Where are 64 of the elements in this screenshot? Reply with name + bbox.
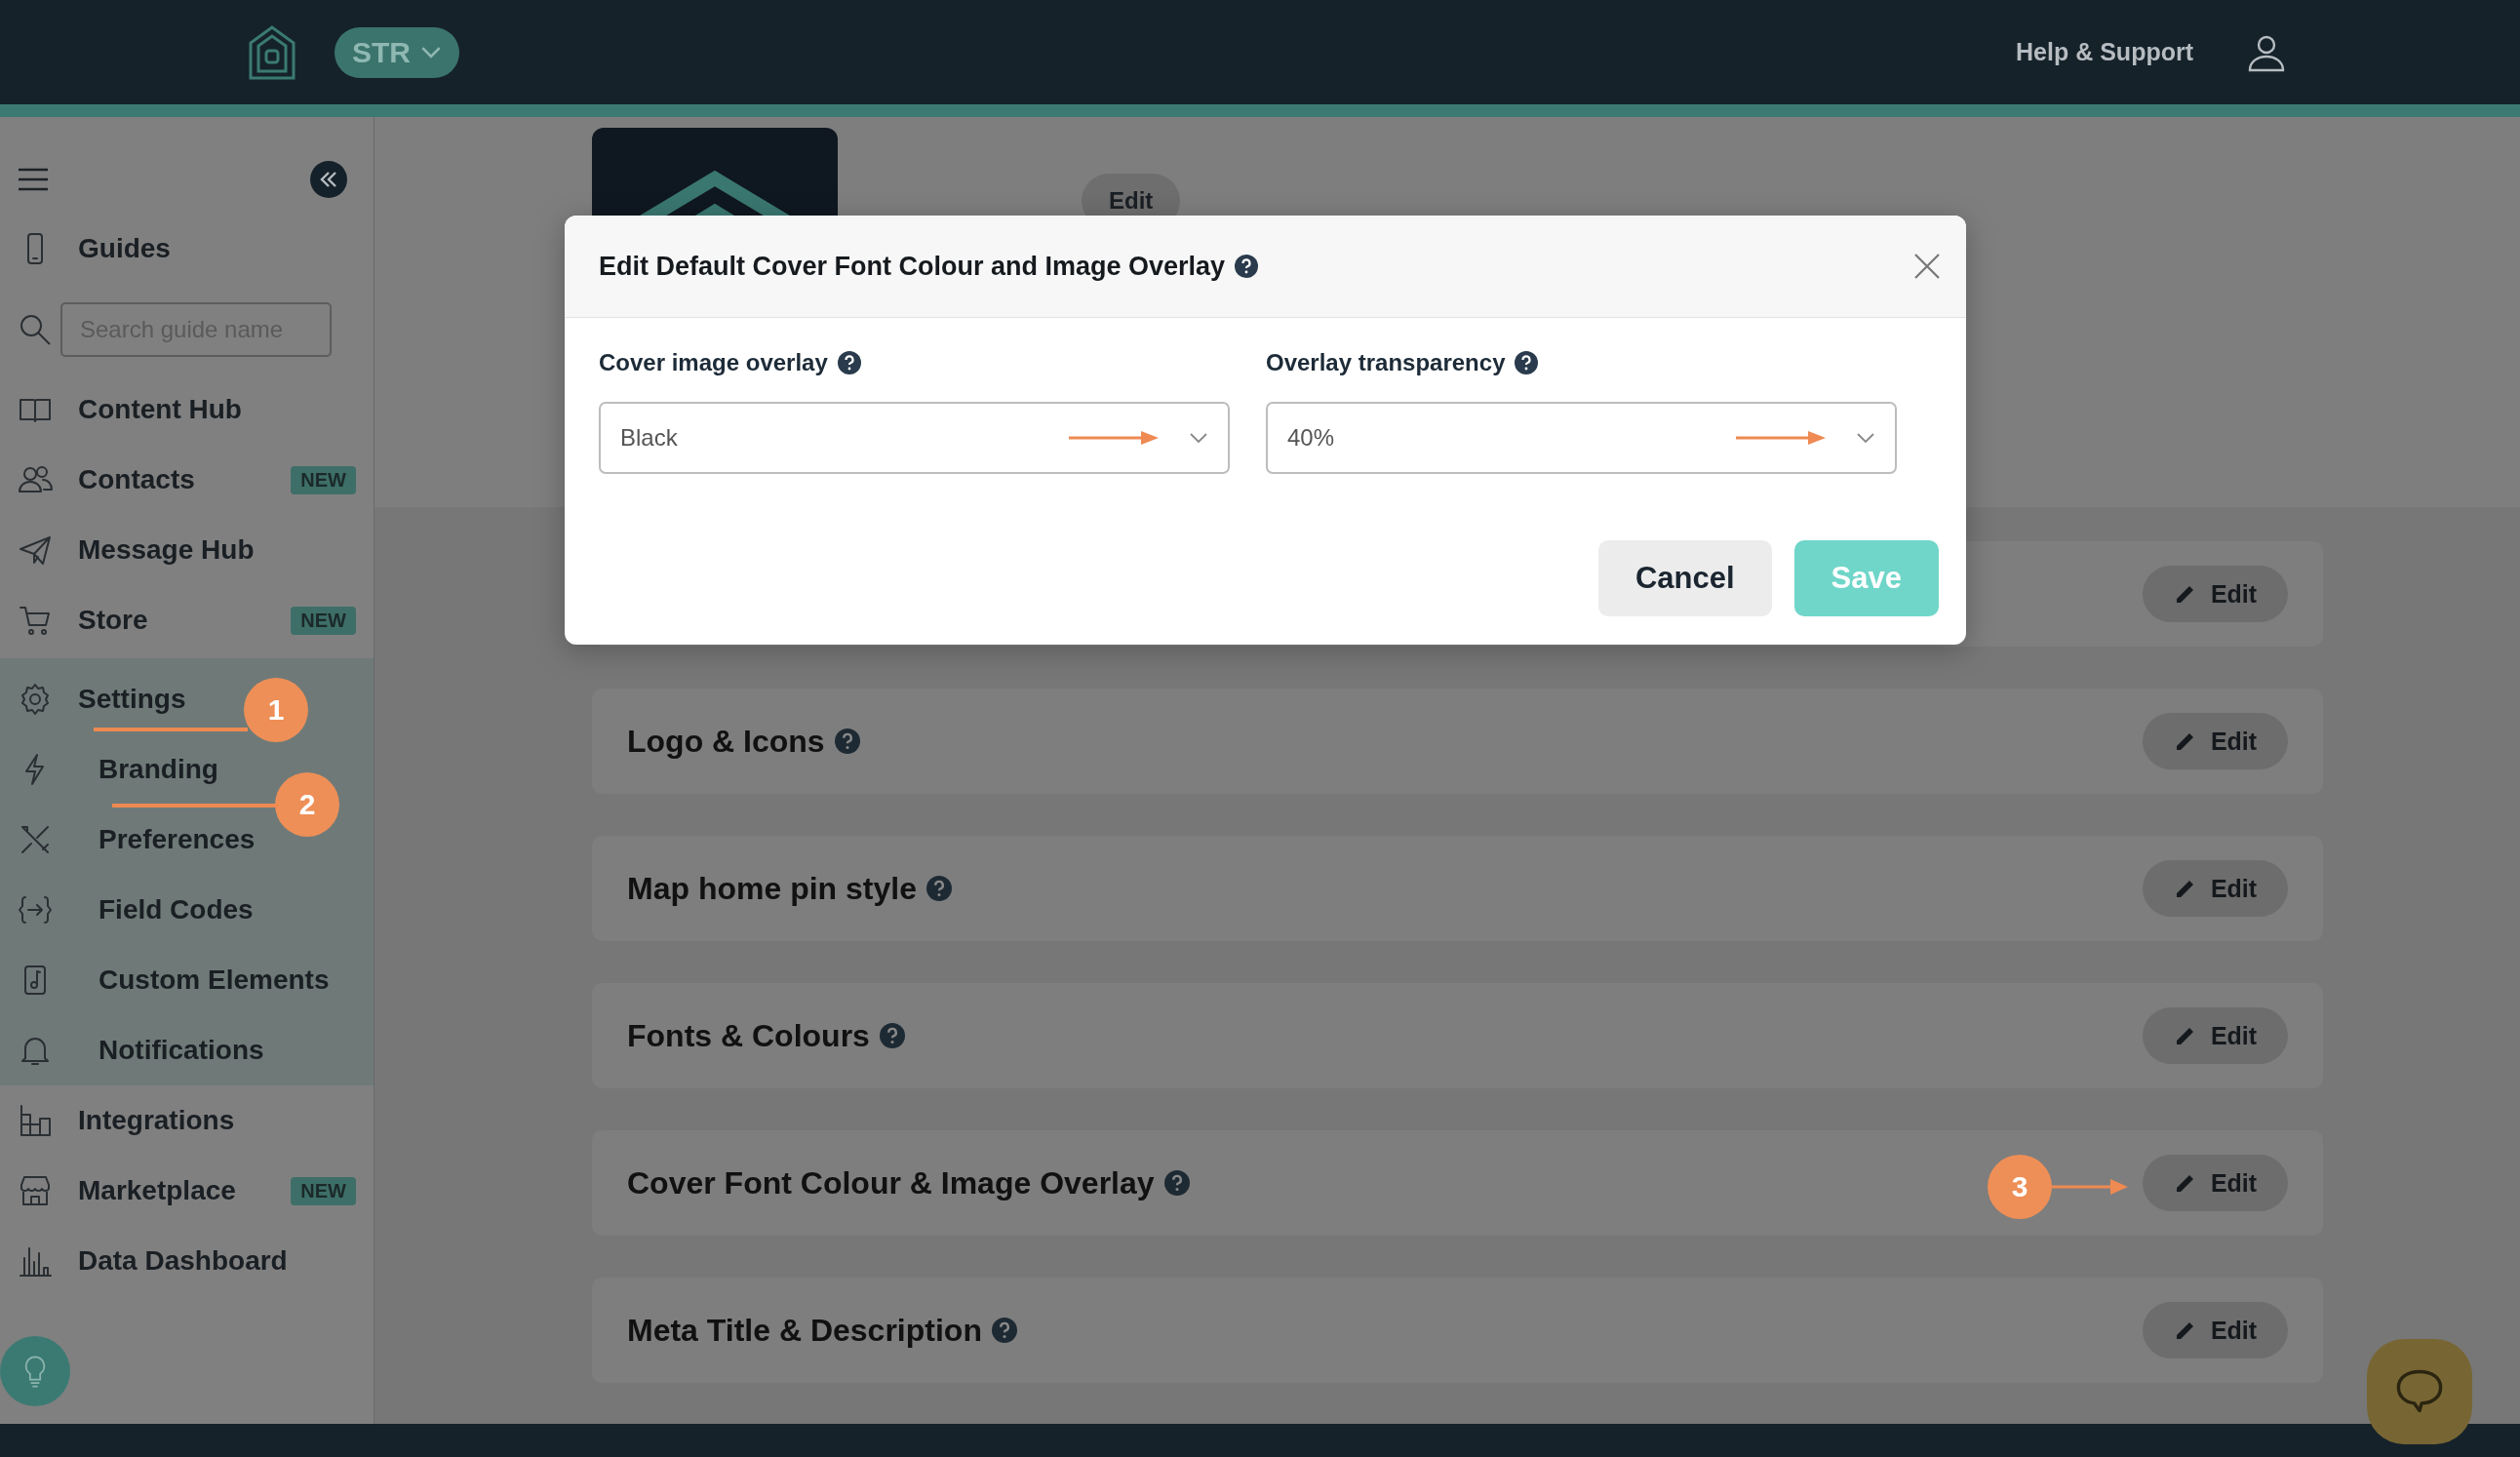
new-badge: NEW	[291, 1176, 356, 1205]
chat-button[interactable]	[2367, 1339, 2472, 1444]
edit-button[interactable]: Edit	[2143, 860, 2288, 917]
chevron-down-icon	[1856, 432, 1875, 444]
sidebar-subitem[interactable]: Preferences	[0, 805, 259, 875]
new-badge: NEW	[291, 606, 356, 635]
sidebar-item[interactable]: Marketplace NEW	[0, 1156, 374, 1226]
help-icon[interactable]	[1235, 255, 1259, 278]
collapse-icon[interactable]	[310, 161, 347, 198]
grid-icon	[18, 1103, 53, 1138]
close-icon[interactable]	[1913, 253, 1941, 280]
sidebar-item-label: Integrations	[78, 1105, 235, 1136]
help-link[interactable]: Help & Support	[2016, 38, 2193, 66]
store-icon	[18, 1173, 53, 1208]
chevron-down-icon	[420, 46, 442, 59]
sidebar-item[interactable]: Settings	[0, 664, 190, 734]
card-title: Logo & Icons	[627, 723, 825, 760]
sidebar-item-label: Field Codes	[98, 894, 254, 925]
sidebar-subitem[interactable]: Field Codes	[0, 875, 257, 945]
sidebar-item-label: Guides	[78, 233, 171, 264]
edit-button[interactable]: Edit	[2143, 1155, 2288, 1211]
sidebar-item-label: Branding	[98, 754, 218, 785]
sidebar-item-label: Data Dashboard	[78, 1245, 288, 1277]
field-label: Overlay transparency	[1266, 349, 1506, 376]
field-label: Cover image overlay	[599, 349, 828, 376]
sidebar-subitem[interactable]: Custom Elements	[0, 945, 334, 1015]
lightbulb-icon	[22, 1354, 48, 1389]
house-logo-icon[interactable]	[249, 24, 295, 80]
edit-button[interactable]: Edit	[2143, 1007, 2288, 1064]
card-title: Fonts & Colours	[627, 1017, 870, 1054]
select-field[interactable]: 40%	[1266, 402, 1897, 474]
edit-button[interactable]: Edit	[2143, 566, 2288, 622]
sidebar-item[interactable]: Integrations	[0, 1085, 239, 1156]
help-icon[interactable]	[837, 351, 861, 374]
sidebar-item-label: Settings	[78, 684, 186, 715]
edit-button[interactable]: Edit	[2143, 713, 2288, 769]
edit-button[interactable]: Edit	[2143, 1302, 2288, 1359]
new-badge: NEW	[291, 465, 356, 494]
card-title: Cover Font Colour & Image Overlay	[627, 1164, 1155, 1201]
sidebar-item[interactable]: Data Dashboard	[0, 1226, 292, 1296]
select-field[interactable]: Black	[599, 402, 1230, 474]
sidebar-item[interactable]: Content Hub	[0, 374, 246, 445]
sidebar-item[interactable]: Guides	[0, 214, 175, 284]
cancel-button[interactable]: Cancel	[1597, 540, 1772, 616]
card-title: Map home pin style	[627, 870, 917, 907]
modal-title: Edit Default Cover Font Colour and Image Overlay	[599, 251, 1226, 282]
sidebar-item-label: Contacts	[78, 464, 195, 495]
sidebar-item-label: Message Hub	[78, 534, 255, 566]
sidebar-item[interactable]: Store NEW	[0, 585, 374, 655]
sidebar-item[interactable]: Message Hub	[0, 515, 258, 585]
sidebar-item-label: Notifications	[98, 1035, 264, 1066]
sidebar-item[interactable]: Contacts NEW	[0, 445, 374, 515]
sidebar-subitem[interactable]: Notifications	[0, 1015, 268, 1085]
card-title: Meta Title & Description	[627, 1312, 982, 1349]
help-icon[interactable]	[1515, 351, 1539, 374]
sidebar-item-label: Preferences	[98, 824, 256, 855]
sidebar-item-label: Content Hub	[78, 394, 242, 425]
sidebar-subitem[interactable]: Branding	[0, 734, 222, 805]
menu-icon[interactable]	[18, 168, 49, 191]
sidebar-item-label: Custom Elements	[98, 965, 330, 996]
chevron-down-icon	[1189, 432, 1208, 444]
sidebar-item-label: Store	[78, 605, 148, 636]
workspace-dropdown[interactable]: STR	[335, 26, 459, 78]
sidebar-item-label: Marketplace	[78, 1175, 236, 1206]
